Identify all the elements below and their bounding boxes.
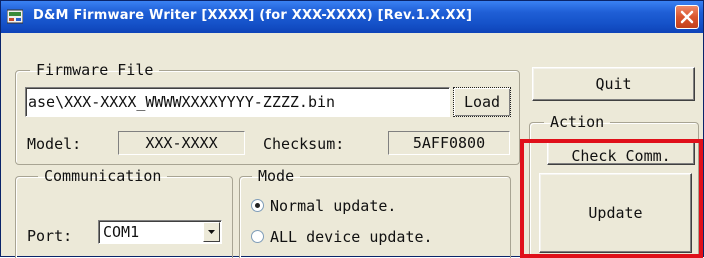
app-window: D&M Firmware Writer [XXXX] (for XXX-XXXX…	[0, 0, 704, 258]
radio-normal-update[interactable]: Normal update.	[251, 197, 396, 215]
update-button[interactable]: Update	[539, 173, 692, 253]
check-comm-button[interactable]: Check Comm.	[547, 141, 695, 165]
firmware-file-legend: Firmware File	[36, 61, 154, 79]
firmware-path-field[interactable]: ase\XXX-XXXX_WWWWXXXXYYYY-ZZZZ.bin	[25, 87, 450, 117]
radio-all-device-update-label: ALL device update.	[270, 228, 433, 246]
app-icon	[7, 9, 23, 24]
radio-normal-update-label: Normal update.	[270, 197, 397, 215]
model-value: XXX-XXXX	[118, 131, 245, 155]
model-label: Model:	[27, 135, 82, 153]
chevron-down-icon	[208, 230, 215, 234]
port-select[interactable]: COM1	[98, 220, 222, 244]
checksum-label: Checksum:	[263, 135, 345, 153]
port-select-value: COM1	[103, 223, 140, 241]
title-bar[interactable]: D&M Firmware Writer [XXXX] (for XXX-XXXX…	[1, 1, 703, 33]
close-button[interactable]	[675, 5, 699, 29]
port-label: Port:	[27, 227, 73, 245]
radio-normal-update-indicator[interactable]	[251, 199, 264, 212]
checksum-value: 5AFF0800	[388, 131, 510, 155]
port-dropdown-arrow[interactable]	[203, 222, 220, 242]
load-button[interactable]: Load	[453, 87, 511, 117]
radio-all-device-update[interactable]: ALL device update.	[251, 228, 433, 246]
communication-legend: Communication	[44, 167, 162, 185]
close-icon	[680, 10, 694, 24]
quit-button[interactable]: Quit	[532, 67, 695, 101]
window-title: D&M Firmware Writer [XXXX] (for XXX-XXXX…	[33, 8, 473, 23]
mode-legend: Mode	[258, 167, 295, 185]
action-legend: Action	[550, 113, 605, 131]
radio-all-device-update-indicator[interactable]	[251, 230, 264, 243]
